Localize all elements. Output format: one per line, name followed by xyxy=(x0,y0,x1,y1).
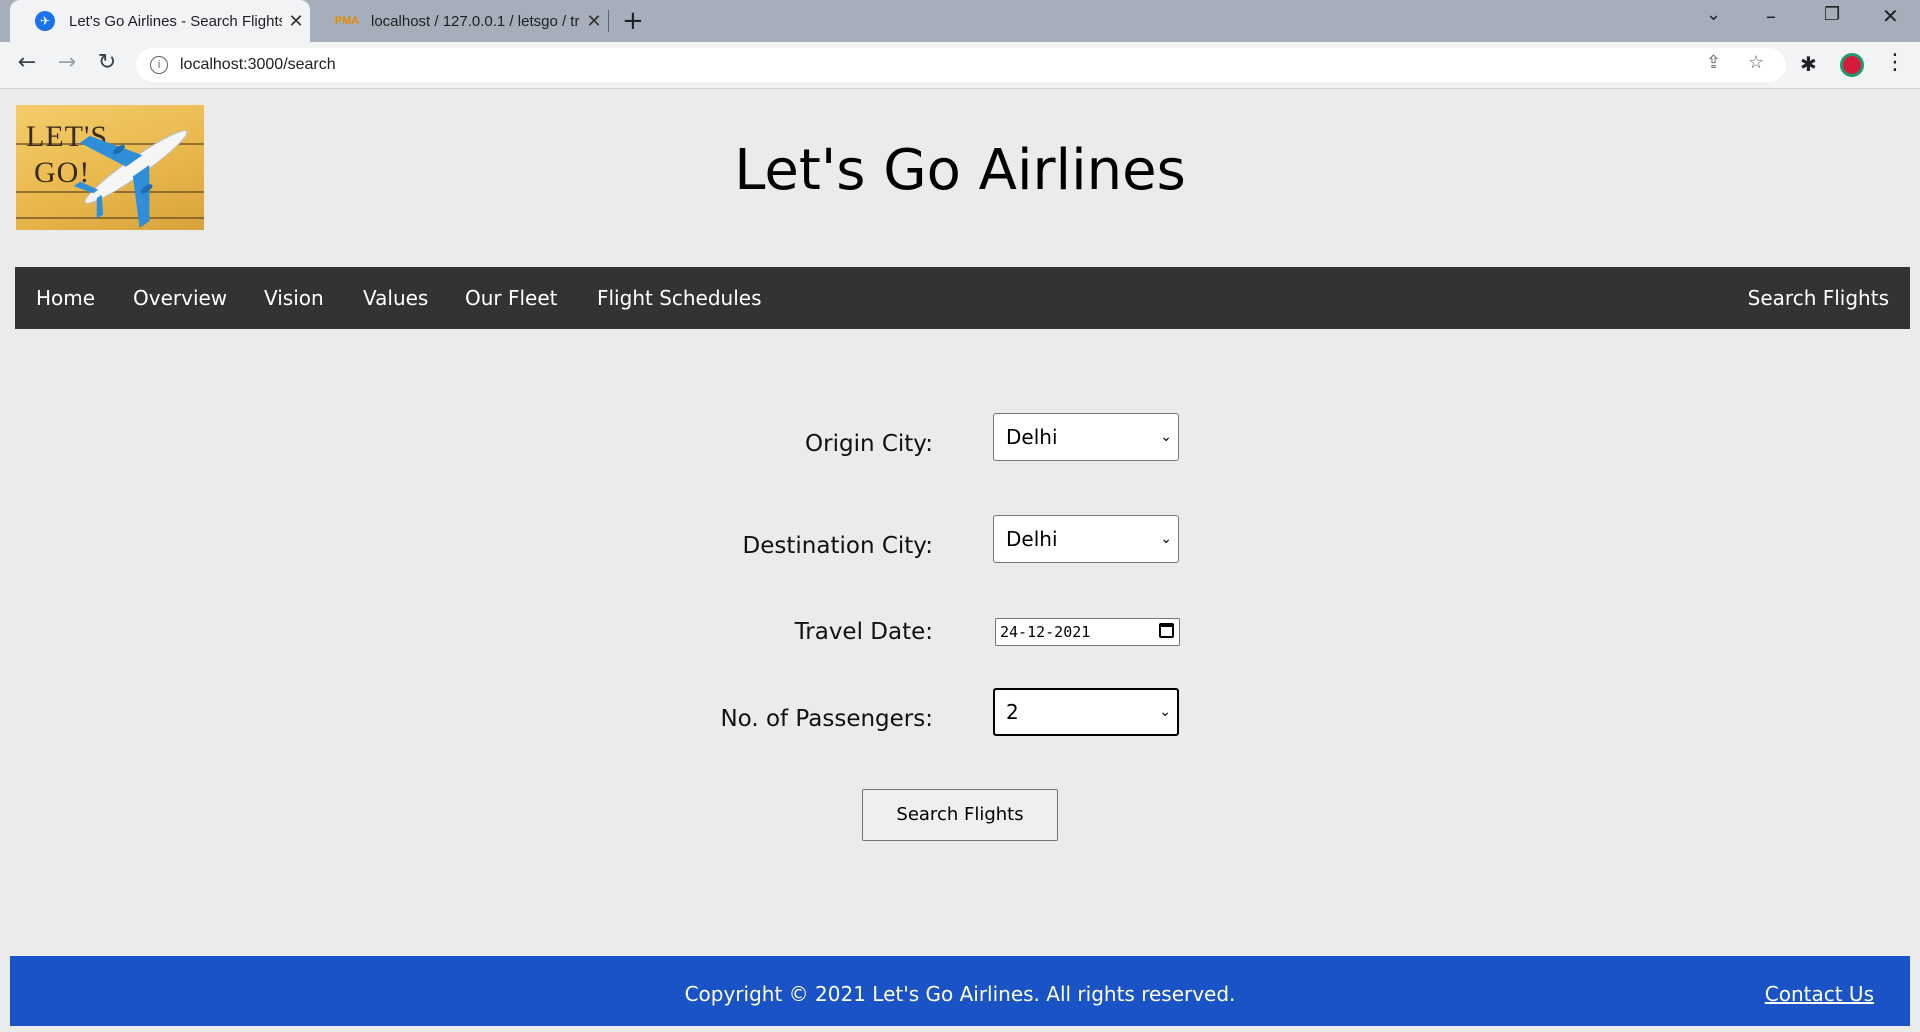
share-icon[interactable]: ⇪ xyxy=(1706,52,1721,73)
window-close-icon[interactable]: ✕ xyxy=(1882,4,1899,28)
minimize-icon[interactable]: – xyxy=(1766,4,1776,28)
chevron-down-icon: ⌄ xyxy=(1159,704,1171,720)
nav-our-fleet[interactable]: Our Fleet xyxy=(465,267,558,329)
travel-date-input[interactable]: 24-12-2021 xyxy=(995,618,1180,646)
tab-search-chevron-icon[interactable]: ⌄ xyxy=(1706,4,1721,25)
destination-label: Destination City: xyxy=(742,533,933,559)
info-icon[interactable]: i xyxy=(150,56,168,74)
site-footer: Copyright © 2021 Let's Go Airlines. All … xyxy=(10,956,1910,1026)
nav-vision[interactable]: Vision xyxy=(264,267,324,329)
restore-icon[interactable]: ❐ xyxy=(1824,4,1840,25)
tab-title: localhost / 127.0.0.1 / letsgo / trip xyxy=(371,12,580,30)
calendar-icon[interactable] xyxy=(1159,623,1174,638)
close-icon[interactable]: ✕ xyxy=(282,11,310,32)
tab-separator xyxy=(608,10,609,32)
nav-home[interactable]: Home xyxy=(36,267,95,329)
origin-select[interactable]: Delhi ⌄ xyxy=(993,413,1179,461)
phpmyadmin-favicon-icon: PMA xyxy=(334,15,360,27)
tab-phpmyadmin[interactable]: PMA localhost / 127.0.0.1 / letsgo / tri… xyxy=(312,0,608,42)
browser-tab-strip: ✈ Let's Go Airlines - Search Flights ✕ P… xyxy=(0,0,1920,42)
back-arrow-icon[interactable]: ← xyxy=(12,50,42,75)
airplane-favicon-icon: ✈ xyxy=(35,11,55,31)
url-text: localhost:3000/search xyxy=(180,56,336,73)
search-flights-button[interactable]: Search Flights xyxy=(862,789,1058,841)
address-bar[interactable]: i localhost:3000/search ⇪ ☆ xyxy=(136,48,1786,82)
nav-flight-schedules[interactable]: Flight Schedules xyxy=(597,267,762,329)
travel-date-label: Travel Date: xyxy=(794,619,933,645)
copyright-text: Copyright © 2021 Let's Go Airlines. All … xyxy=(684,982,1236,1006)
browser-toolbar: ← → ↻ i localhost:3000/search ⇪ ☆ ✱ xyxy=(0,42,1920,89)
travel-date-value: 24-12-2021 xyxy=(1000,623,1091,641)
passengers-value: 2 xyxy=(1006,700,1019,724)
nav-overview[interactable]: Overview xyxy=(133,267,227,329)
forward-arrow-icon[interactable]: → xyxy=(52,50,82,75)
new-tab-plus-icon[interactable]: + xyxy=(622,6,644,36)
reload-icon[interactable]: ↻ xyxy=(92,50,122,75)
bookmark-star-icon[interactable]: ☆ xyxy=(1748,52,1764,73)
nav-values[interactable]: Values xyxy=(363,267,428,329)
kebab-menu-icon[interactable]: ⋮ xyxy=(1884,50,1906,75)
page-title: Let's Go Airlines xyxy=(734,138,1186,203)
tab-search-flights[interactable]: ✈ Let's Go Airlines - Search Flights ✕ xyxy=(10,0,310,42)
chevron-down-icon: ⌄ xyxy=(1160,531,1172,547)
nav-search-flights[interactable]: Search Flights xyxy=(1748,267,1889,329)
close-icon[interactable]: ✕ xyxy=(580,11,608,32)
profile-avatar[interactable] xyxy=(1840,53,1864,77)
destination-select[interactable]: Delhi ⌄ xyxy=(993,515,1179,563)
origin-label: Origin City: xyxy=(805,431,933,457)
chevron-down-icon: ⌄ xyxy=(1160,429,1172,445)
passengers-label: No. of Passengers: xyxy=(720,706,933,732)
tab-title: Let's Go Airlines - Search Flights xyxy=(69,12,282,30)
puzzle-extensions-icon[interactable]: ✱ xyxy=(1800,52,1817,76)
passengers-select[interactable]: 2 ⌄ xyxy=(993,688,1179,736)
main-nav: Home Overview Vision Values Our Fleet Fl… xyxy=(15,267,1910,329)
destination-value: Delhi xyxy=(1006,527,1058,551)
origin-value: Delhi xyxy=(1006,425,1058,449)
contact-us-link[interactable]: Contact Us xyxy=(1765,956,1874,1032)
